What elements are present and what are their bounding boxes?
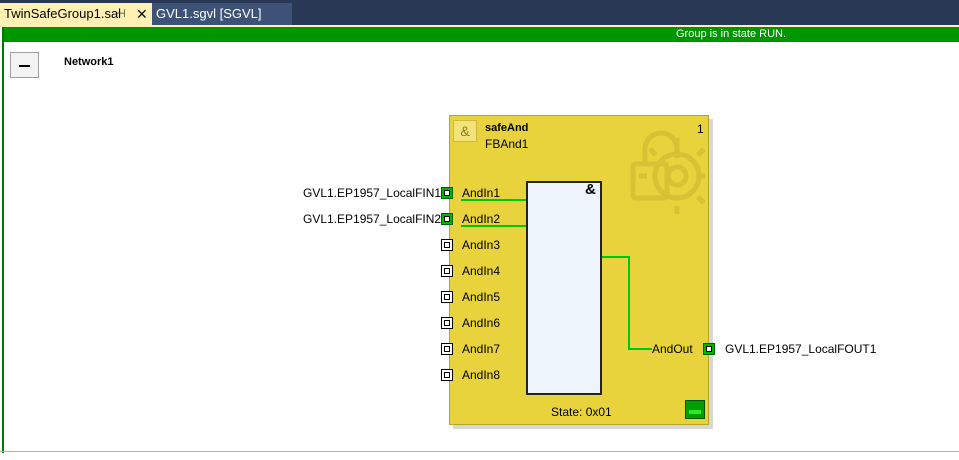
input-pin-connector[interactable] [441, 239, 453, 251]
input-pin-name: AndIn1 [462, 186, 501, 200]
input-variable-label[interactable]: GVL1.EP1957_LocalFIN1 [303, 186, 442, 200]
input-pin-name: AndIn5 [462, 290, 501, 304]
and-block-icon: & [453, 120, 477, 142]
function-block-instance: FBAnd1 [485, 137, 529, 151]
document-tab-bar: TwinSafeGroup1.sal ⊣ ✕ GVL1.sgvl [SGVL] [0, 0, 959, 25]
input-pin-connector[interactable] [441, 317, 453, 329]
bottom-divider [0, 451, 959, 452]
tab-twinsafegroup[interactable]: TwinSafeGroup1.sal ⊣ ✕ [0, 3, 152, 25]
input-pin-name: AndIn2 [462, 212, 501, 226]
input-pin-name: AndIn7 [462, 342, 501, 356]
function-block-state: State: 0x01 [551, 405, 612, 419]
input-pin-connector[interactable] [441, 265, 453, 277]
status-text: Group is in state RUN. [676, 28, 787, 40]
input-variable-label[interactable]: GVL1.EP1957_LocalFIN2 [303, 212, 442, 226]
safety-lock-gear-icon [630, 130, 705, 214]
input-pin-connector[interactable] [441, 291, 453, 303]
output-pin-name: AndOut [652, 342, 693, 356]
input-pin-connector[interactable] [441, 213, 453, 225]
function-block-type: safeAnd [485, 122, 529, 134]
output-pin-connector[interactable] [703, 343, 715, 355]
input-pin-connector[interactable] [441, 343, 453, 355]
output-variable-label[interactable]: GVL1.EP1957_LocalFOUT1 [725, 342, 877, 356]
input-pin-name: AndIn4 [462, 264, 501, 278]
input-pin-connector[interactable] [441, 369, 453, 381]
input-pin-connector[interactable] [441, 187, 453, 199]
close-icon[interactable]: ✕ [136, 3, 148, 25]
input-pin-name: AndIn3 [462, 238, 501, 252]
tab-gvl1[interactable]: GVL1.sgvl [SGVL] [152, 3, 292, 25]
and-operator-symbol: & [585, 181, 596, 198]
collapse-network-button[interactable] [10, 52, 39, 78]
pin-icon[interactable]: ⊣ [116, 3, 126, 25]
input-pin-name: AndIn6 [462, 316, 501, 330]
status-led-indicator [685, 400, 705, 419]
network-label: Network1 [64, 56, 114, 68]
tab-label: TwinSafeGroup1.sal [4, 6, 122, 21]
and-logic-body [526, 181, 602, 395]
tab-label: GVL1.sgvl [SGVL] [156, 6, 262, 21]
group-status-bar: Group is in state RUN. [4, 27, 959, 42]
input-pin-name: AndIn8 [462, 368, 501, 382]
